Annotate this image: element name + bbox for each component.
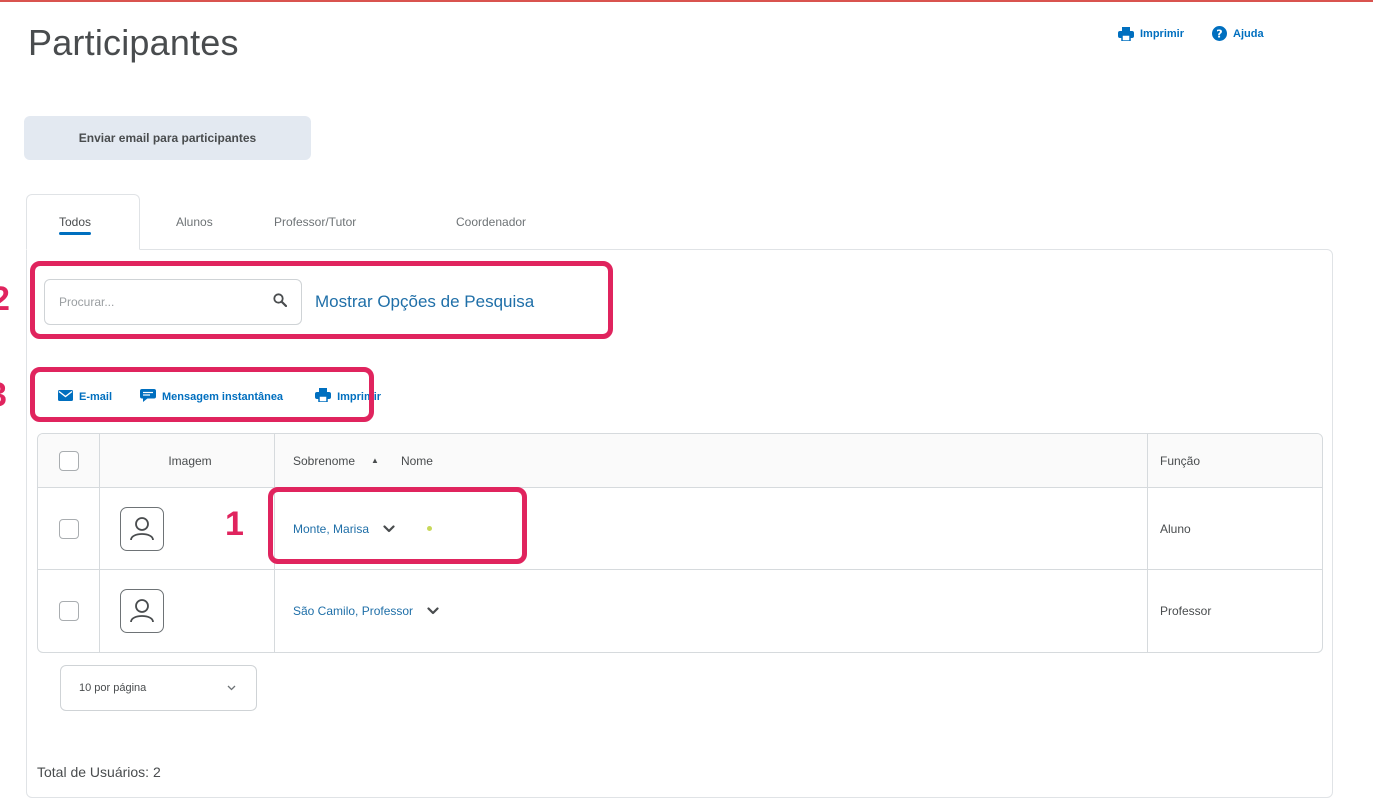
tab-alunos[interactable]: Alunos <box>140 194 260 250</box>
annotation-number-3: 3 <box>0 376 7 415</box>
tab-todos-label: Todos <box>59 215 92 229</box>
row-checkbox[interactable] <box>58 518 79 539</box>
user-placeholder-icon <box>130 516 154 540</box>
search-icon[interactable] <box>273 292 288 312</box>
user-role: Professor <box>1160 604 1212 618</box>
tab-alunos-label: Alunos <box>176 215 213 229</box>
email-action-label: E-mail <box>79 390 113 403</box>
email-action[interactable]: E-mail <box>58 389 113 404</box>
chevron-down-icon[interactable] <box>427 607 439 615</box>
sort-by-name[interactable]: Nome <box>401 454 433 468</box>
header-help-label: Ajuda <box>1233 27 1264 40</box>
instant-message-action[interactable]: Mensagem instantânea <box>140 388 284 405</box>
chevron-down-icon <box>227 682 236 694</box>
per-page-select[interactable]: 10 por página <box>60 665 257 711</box>
online-status-dot <box>427 526 433 531</box>
envelope-icon <box>58 389 73 404</box>
sort-by-surname[interactable]: Sobrenome <box>293 454 355 468</box>
email-participants-button[interactable]: Enviar email para participantes <box>24 116 311 160</box>
chat-bubble-icon <box>140 388 157 405</box>
tab-professor-tutor[interactable]: Professor/Tutor <box>260 194 456 250</box>
header-role-cell: Função <box>1148 434 1322 487</box>
per-page-value: 10 por página <box>79 682 147 694</box>
tab-selected-indicator <box>59 232 91 235</box>
row-role-cell: Aluno <box>1148 488 1322 569</box>
user-name-link[interactable]: São Camilo, Professor <box>293 604 413 618</box>
chevron-down-icon[interactable] <box>383 524 395 533</box>
header-print-label: Imprimir <box>1140 27 1185 40</box>
search-box <box>44 279 302 325</box>
tab-professor-tutor-label: Professor/Tutor <box>274 215 357 229</box>
annotation-number-2: 2 <box>0 280 10 318</box>
tab-coordenador-label: Coordenador <box>456 215 527 229</box>
bulk-actions: E-mail Mensagem instantânea Imprimir <box>58 388 381 405</box>
role-tabs: Todos Alunos Professor/Tutor Coordenador <box>26 194 596 250</box>
row-checkbox[interactable] <box>58 601 79 621</box>
row-image-cell <box>100 570 275 652</box>
user-placeholder-icon <box>130 599 154 623</box>
printer-icon <box>1118 26 1134 41</box>
show-search-options-link[interactable]: Mostrar Opções de Pesquisa <box>315 292 534 312</box>
header-select-cell <box>38 434 100 487</box>
user-name-link[interactable]: Monte, Marisa <box>293 522 369 536</box>
avatar <box>120 506 164 551</box>
annotation-number-1: 1 <box>225 505 244 543</box>
help-icon: ? <box>1212 26 1228 41</box>
header-image-label: Imagem <box>168 453 212 468</box>
tab-coordenador[interactable]: Coordenador <box>456 194 596 250</box>
row-role-cell: Professor <box>1148 570 1322 652</box>
row-select-cell <box>38 488 100 569</box>
user-role: Aluno <box>1160 521 1191 536</box>
header-links: Imprimir ? Ajuda <box>1118 26 1264 41</box>
search-input[interactable] <box>59 295 249 309</box>
svg-text:?: ? <box>1216 28 1222 41</box>
row-name-cell: Monte, Marisa <box>275 488 1148 569</box>
row-image-cell <box>100 488 275 569</box>
top-accent-line <box>0 0 1373 2</box>
tab-todos[interactable]: Todos <box>26 194 140 250</box>
header-image-cell: Imagem <box>100 434 275 487</box>
row-name-cell: São Camilo, Professor <box>275 570 1148 652</box>
page-title: Participantes <box>28 22 239 63</box>
table-row: São Camilo, Professor Professor <box>38 570 1322 652</box>
header-role-label: Função <box>1160 453 1201 468</box>
table-header-row: Imagem Sobrenome ▲ Nome Função <box>38 434 1322 488</box>
sort-ascending-icon: ▲ <box>371 456 379 465</box>
instant-message-label: Mensagem instantânea <box>162 390 284 403</box>
avatar <box>120 589 164 633</box>
total-users: Total de Usuários: 2 <box>37 764 161 780</box>
print-action[interactable]: Imprimir <box>315 388 381 405</box>
print-action-label: Imprimir <box>337 390 382 403</box>
row-select-cell <box>38 570 100 652</box>
printer-icon <box>315 388 332 405</box>
header-help-link[interactable]: ? Ajuda <box>1212 26 1264 41</box>
select-all-checkbox[interactable] <box>58 450 79 471</box>
header-name-cell: Sobrenome ▲ Nome <box>275 434 1148 487</box>
header-print-link[interactable]: Imprimir <box>1118 26 1185 41</box>
